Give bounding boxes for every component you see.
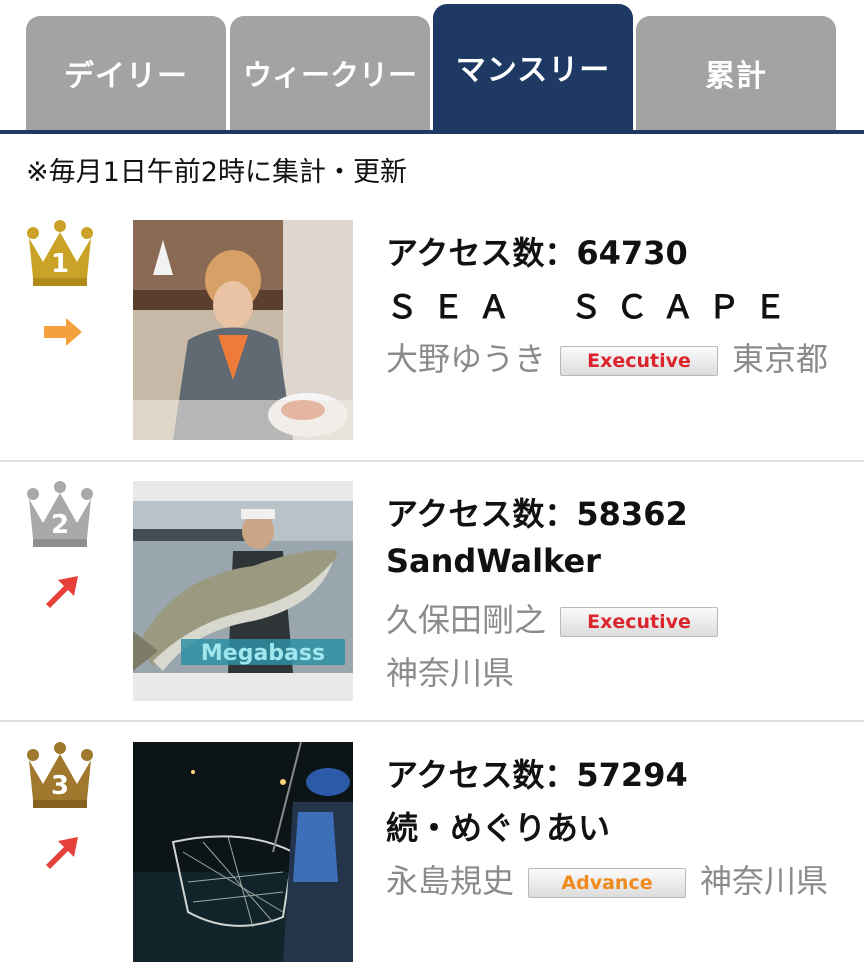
- access-count: アクセス数：64730: [386, 234, 688, 272]
- tab-underline: [0, 130, 864, 134]
- photo-watermark: Megabass: [201, 641, 325, 666]
- arrow-right-icon: [44, 318, 82, 346]
- blogger-photo[interactable]: Megabass: [133, 481, 353, 701]
- divider: [0, 460, 864, 462]
- tab-monthly[interactable]: マンスリー: [433, 4, 633, 130]
- update-note: ※毎月1日午前2時に集計・更新: [26, 157, 407, 188]
- blog-title[interactable]: SandWalker: [386, 542, 601, 580]
- author-name[interactable]: 大野ゆうき: [386, 340, 546, 378]
- prefecture: 神奈川県: [386, 654, 515, 692]
- ranking-tabs: デイリー ウィークリー マンスリー 累計: [0, 0, 864, 134]
- author-line: 永島規史 Advance 神奈川県: [386, 856, 828, 902]
- blog-title[interactable]: ＳＥＡ ＳＣＡＰＥ: [386, 282, 800, 328]
- author-name[interactable]: 永島規史: [386, 862, 514, 900]
- rank-badge: Executive: [560, 346, 719, 376]
- author-line: 久保田剛之 Executive: [386, 595, 732, 641]
- arrow-up-right-icon: [46, 837, 78, 869]
- rank-badge: Executive: [560, 607, 719, 637]
- arrow-up-right-icon: [46, 576, 78, 608]
- divider: [0, 720, 864, 722]
- rank-number: 1: [51, 249, 69, 279]
- access-count: アクセス数：57294: [386, 756, 688, 794]
- author-name[interactable]: 久保田剛之: [386, 601, 546, 639]
- tab-weekly[interactable]: ウィークリー: [230, 16, 430, 130]
- rank-number: 3: [51, 771, 69, 801]
- tab-daily[interactable]: デイリー: [26, 16, 226, 130]
- blogger-photo[interactable]: [133, 742, 353, 962]
- blog-title[interactable]: 続・めぐりあい: [386, 803, 610, 849]
- prefecture: 神奈川県: [700, 862, 829, 900]
- access-count: アクセス数：58362: [386, 495, 688, 533]
- prefecture: 東京都: [732, 340, 829, 378]
- blogger-photo[interactable]: [133, 220, 353, 440]
- crown-silver-icon: 2: [27, 481, 93, 547]
- tab-total[interactable]: 累計: [636, 16, 836, 130]
- crown-gold-icon: 1: [27, 220, 93, 286]
- author-line: 大野ゆうき Executive 東京都: [386, 334, 828, 380]
- rank-badge: Advance: [528, 868, 687, 898]
- rank-number: 2: [51, 510, 69, 540]
- crown-bronze-icon: 3: [27, 742, 93, 808]
